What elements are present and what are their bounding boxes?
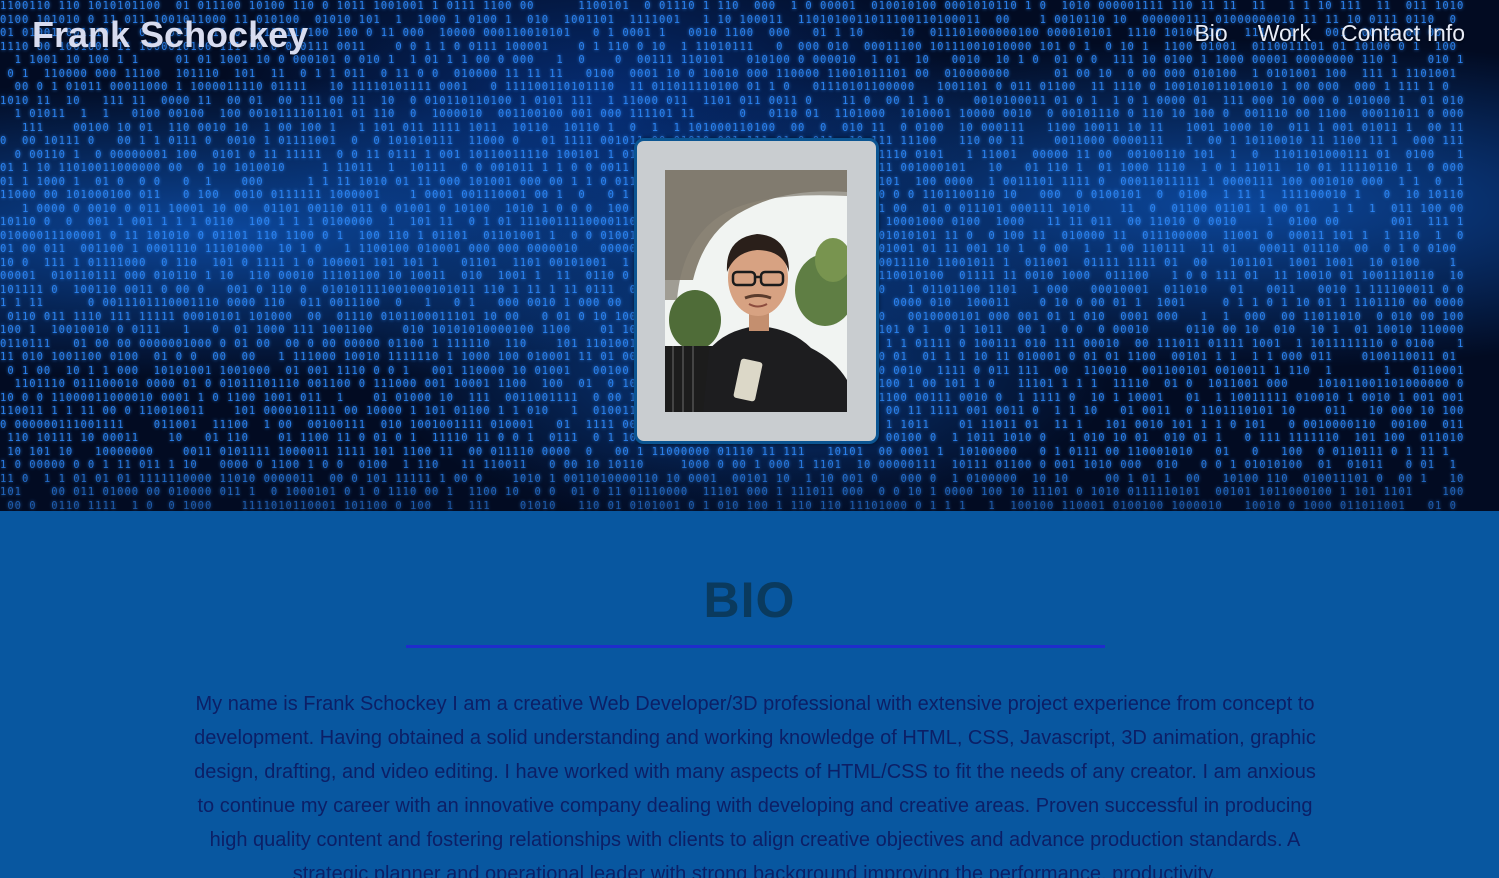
hero-banner: 1100110 110 1010101100 01 011100 10100 1… xyxy=(0,0,1499,511)
profile-photo-image xyxy=(665,170,847,412)
main-nav: Bio Work Contact Info xyxy=(1194,20,1465,47)
profile-photo-frame xyxy=(634,138,879,444)
hero-fade xyxy=(0,451,1499,511)
nav-contact-info-link[interactable]: Contact Info xyxy=(1341,20,1465,47)
nav-work-link[interactable]: Work xyxy=(1258,20,1311,47)
bio-section: BIO My name is Frank Schockey I am a cre… xyxy=(0,511,1499,878)
bio-paragraph: My name is Frank Schockey I am a creativ… xyxy=(194,693,1316,878)
profile-photo xyxy=(665,170,847,412)
nav-bio-link[interactable]: Bio xyxy=(1194,20,1227,47)
site-brand[interactable]: Frank Schockey xyxy=(32,14,308,56)
bio-divider xyxy=(406,645,1105,648)
bio-heading: BIO xyxy=(703,572,796,628)
